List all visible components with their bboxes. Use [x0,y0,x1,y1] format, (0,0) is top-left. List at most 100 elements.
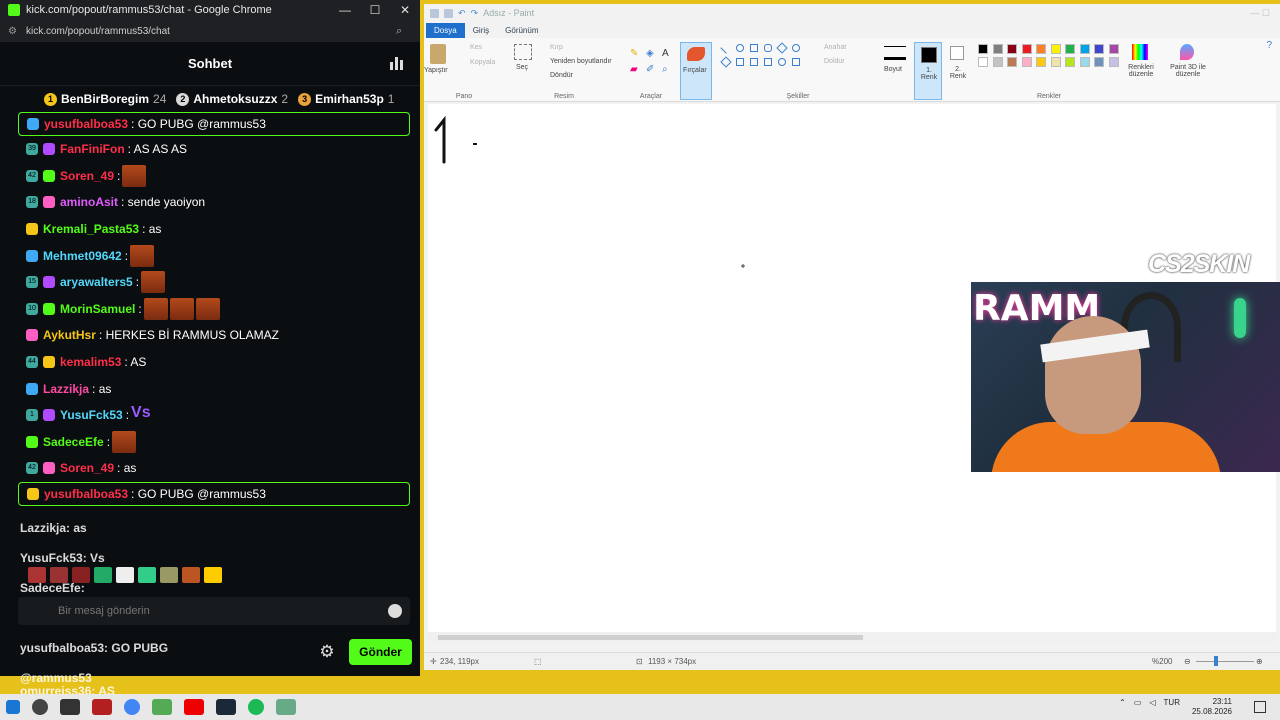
zoom-icon[interactable]: ⌕ [396,25,420,38]
palette-swatch[interactable] [1050,57,1061,67]
circle-shape-icon[interactable] [792,44,800,52]
chat-username[interactable]: yusufbalboa53 [44,117,128,131]
chat-username[interactable]: Soren_49 [60,169,114,183]
palette-swatch[interactable] [992,57,1003,67]
chat-username[interactable]: kemalim53 [60,355,121,369]
leaderboard-name[interactable]: Emirhan53p [315,92,384,106]
chat-username[interactable]: AykutHsr [43,328,96,342]
help-icon[interactable]: ? [1266,40,1272,51]
redo-icon[interactable]: ↷ [471,8,479,19]
voice-app-icon[interactable] [92,699,112,715]
paste-icon[interactable] [430,44,446,64]
color-picker-icon[interactable]: ✐ [646,64,654,75]
chat-username[interactable]: aminoAsit [60,195,118,209]
palette-swatch[interactable] [1021,57,1032,67]
tab-file[interactable]: Dosya [426,23,465,38]
tray-chevron-icon[interactable]: ⌃ [1119,698,1126,707]
rotate-button[interactable]: Döndür [550,72,573,79]
volume-icon[interactable]: ◁ [1149,698,1155,707]
minimize-icon[interactable]: — [330,3,360,17]
palette-swatch[interactable] [1108,57,1119,67]
chat-message[interactable]: SadeceEfe: [0,429,420,456]
maximize-icon[interactable]: ☐ [360,3,390,17]
language-indicator[interactable]: TUR [1164,698,1180,707]
address-url[interactable]: kick.com/popout/rammus53/chat [26,26,396,37]
undo-icon[interactable]: ↶ [458,8,466,19]
chat-message[interactable]: 39 FanFiniFon: AS AS AS [0,136,420,163]
chat-message[interactable]: Mehmet09642: [0,242,420,269]
chat-username[interactable]: Kremali_Pasta53 [43,222,139,236]
chat-message[interactable]: 44 kemalim53: AS [0,349,420,376]
palette-swatch[interactable] [978,57,988,67]
resize-button[interactable]: Yeniden boyutlandır [550,58,612,65]
app-icon[interactable] [276,699,296,715]
tab-home[interactable]: Giriş [465,23,497,38]
bubble-shape-icon[interactable] [778,58,786,66]
chat-message[interactable]: 42 Soren_49: as [0,455,420,482]
zoom-out-icon[interactable]: ⊖ [1184,657,1191,666]
pinned-message[interactable]: yusufbalboa53: GO PUBG @rammus53 [18,481,410,506]
color1-button[interactable]: 1. Renk [914,42,942,100]
diamond2-shape-icon[interactable] [720,56,732,68]
palette-swatch[interactable] [1021,44,1032,54]
chat-username[interactable]: FanFiniFon [60,142,125,156]
chat-message[interactable]: 42 Soren_49: [0,163,420,190]
color2-button[interactable]: 2. Renk [944,42,972,100]
outline-button[interactable]: Anahat [824,44,846,51]
crop-button[interactable]: Kırp [550,44,563,51]
address-bar[interactable]: ⚙ kick.com/popout/rammus53/chat ⌕ [0,20,420,42]
magnifier-icon[interactable]: ⌕ [662,64,668,75]
chat-username[interactable]: Mehmet09642 [43,249,122,263]
palette-swatch[interactable] [1094,44,1104,54]
steam-icon[interactable] [216,699,236,715]
palette-swatch[interactable] [1036,44,1046,54]
zoom-in-icon[interactable]: ⊕ [1256,657,1263,666]
network-icon[interactable]: ▭ [1134,698,1142,707]
start-icon[interactable] [6,700,20,714]
palette-swatch[interactable] [1007,44,1017,54]
spotify-icon[interactable] [248,699,264,715]
chat-message-input[interactable] [58,605,388,617]
chat-input-box[interactable] [18,597,410,625]
youtube-icon[interactable] [184,699,204,715]
scrollbar-thumb[interactable] [438,635,863,640]
rect-shape-icon[interactable] [750,44,758,52]
palette-swatch[interactable] [1007,57,1017,67]
text-icon[interactable]: A [662,48,669,59]
search-icon[interactable] [32,699,48,715]
diamond-shape-icon[interactable] [776,42,788,54]
palette-swatch[interactable] [978,44,988,54]
palette-swatch[interactable] [1079,44,1090,54]
pinned-message[interactable]: yusufbalboa53: GO PUBG @rammus53 [18,112,410,136]
clock[interactable]: 23:11 25.08.2026 [1192,697,1232,717]
chat-message[interactable]: AykutHsr: HERKES Bİ RAMMUS OLAMAZ [0,322,420,349]
chat-message[interactable]: 18 aminoAsit: sende yaoiyon [0,189,420,216]
copy-button[interactable]: Kopyala [470,59,495,66]
pencil-icon[interactable]: ✎ [630,48,638,59]
close-icon[interactable]: ✕ [390,3,420,17]
palette-swatch[interactable] [1108,44,1119,54]
notification-icon[interactable] [1254,701,1266,713]
horizontal-scrollbar[interactable] [428,632,1276,642]
star-shape-icon[interactable] [792,58,800,66]
brushes-button[interactable]: Fırçalar [680,42,712,100]
fill-icon[interactable]: ◈ [646,48,654,59]
fill-button[interactable]: Doldur [824,58,845,65]
select-icon[interactable] [514,44,532,60]
chat-username[interactable]: YusuFck53 [60,408,123,422]
round-rect-shape-icon[interactable] [764,44,772,52]
select-button[interactable]: Seç [516,64,528,71]
palette-swatch[interactable] [1036,57,1046,67]
chat-message[interactable]: 15 aryawalters5: [0,269,420,296]
site-info-icon[interactable]: ⚙ [8,26,26,37]
settings-gear-icon[interactable]: ⚙ [318,643,336,661]
palette-swatch[interactable] [1065,57,1075,67]
chrome-icon[interactable] [124,699,140,715]
chat-message[interactable]: 1 YusuFck53: Vs [0,402,420,429]
chat-username[interactable]: MorinSamuel [60,302,135,316]
chat-username[interactable]: Lazzikja [43,382,89,396]
paste-button[interactable]: Yapıştır [424,67,448,74]
palette-swatch[interactable] [1050,44,1061,54]
chat-username[interactable]: yusufbalboa53 [44,487,128,501]
palette-swatch[interactable] [1079,57,1090,67]
